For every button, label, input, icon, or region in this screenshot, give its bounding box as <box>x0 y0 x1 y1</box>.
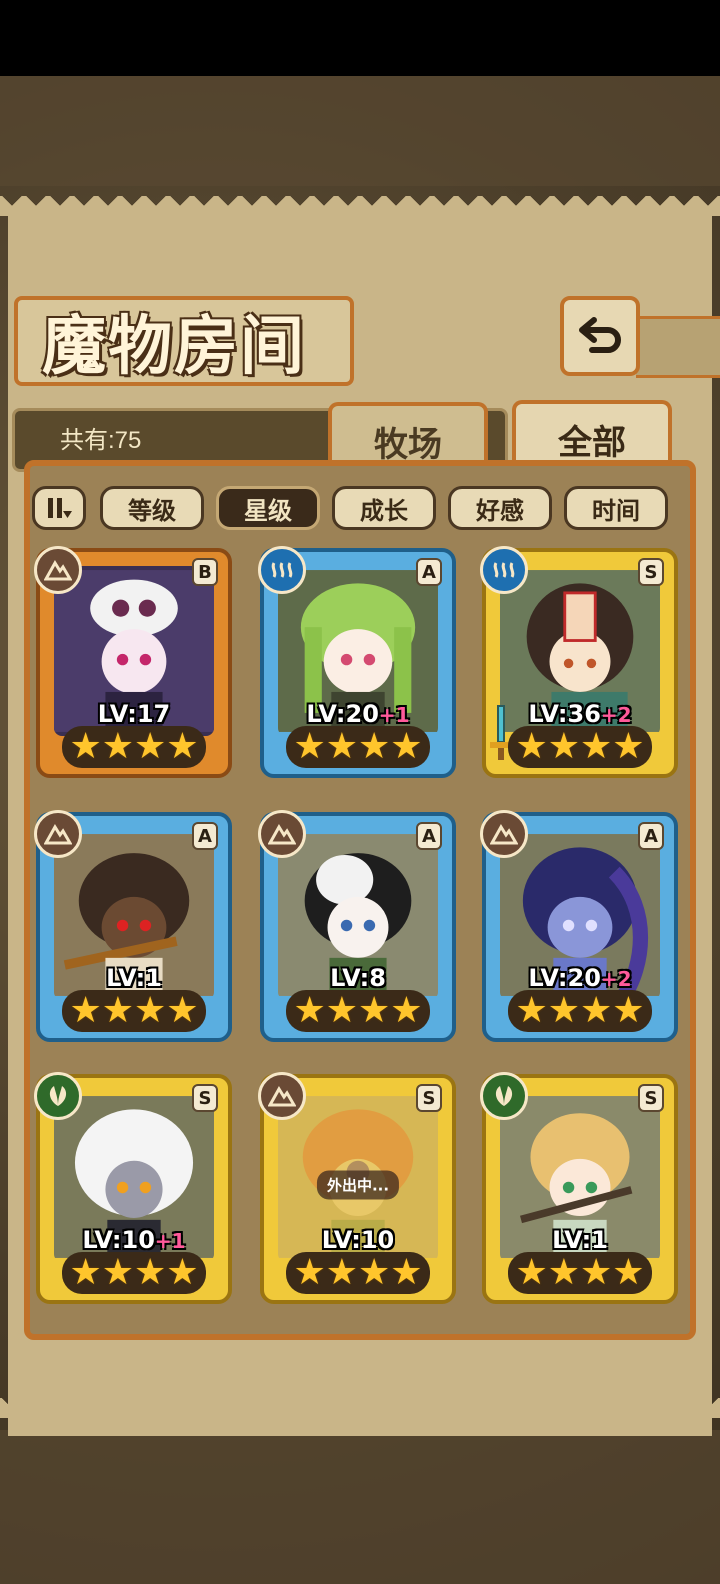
grade-badge: A <box>638 822 664 850</box>
monster-card[interactable]: S LV:36+2 ★★★★ <box>480 546 678 778</box>
panel-edge-top <box>0 196 720 216</box>
level-text: LV:8 <box>330 964 386 992</box>
level-bonus: +1 <box>378 703 410 727</box>
sort-level-button[interactable]: 等级 <box>100 486 204 530</box>
grade-badge: S <box>192 1084 218 1112</box>
monster-card[interactable]: 外出中... S LV:10 ★★★★ <box>258 1072 456 1304</box>
grade-badge: A <box>192 822 218 850</box>
level-label: LV:1 <box>40 964 228 992</box>
level-label: LV:8 <box>264 964 452 992</box>
monster-card[interactable]: S LV:1 ★★★★ <box>480 1072 678 1304</box>
level-text: LV:20 <box>306 700 379 728</box>
level-label: LV:10 <box>264 1226 452 1254</box>
monster-count: 共有:75 <box>60 427 142 454</box>
level-text: LV:10 <box>321 1226 395 1254</box>
level-text: LV:36 <box>528 700 601 728</box>
star-rating: ★★★★ <box>508 726 652 768</box>
level-label: LV:17 <box>40 700 228 728</box>
earth-element-icon <box>34 546 82 594</box>
map-band-bottom <box>0 1430 720 1584</box>
level-bonus: +2 <box>600 703 632 727</box>
sort-toggle-icon <box>48 498 72 518</box>
level-text: LV:1 <box>106 964 162 992</box>
earth-element-icon <box>258 810 306 858</box>
level-label: LV:20+1 <box>264 700 452 728</box>
leaf-element-icon <box>480 1072 528 1120</box>
star-rating: ★★★★ <box>286 726 430 768</box>
back-button-tail <box>636 316 720 378</box>
leaf-element-icon <box>34 1072 82 1120</box>
level-bonus: +2 <box>600 967 632 991</box>
map-band-top <box>0 76 720 186</box>
sort-affection-button[interactable]: 好感 <box>448 486 552 530</box>
monster-card[interactable]: A LV:20+2 ★★★★ <box>480 810 678 1042</box>
monster-card[interactable]: B LV:17 ★★★★ <box>34 546 232 778</box>
page-title: 魔物房间 <box>14 296 354 386</box>
earth-element-icon <box>34 810 82 858</box>
return-icon <box>579 317 621 353</box>
grade-badge: B <box>192 558 218 586</box>
water-element-icon <box>480 546 528 594</box>
star-rating: ★★★★ <box>62 990 206 1032</box>
monster-card[interactable]: A LV:20+1 ★★★★ <box>258 546 456 778</box>
away-status: 外出中... <box>316 1170 400 1200</box>
status-bar <box>0 0 720 76</box>
level-text: LV:17 <box>97 700 171 728</box>
filter-toggle-button[interactable] <box>32 486 86 530</box>
panel-edge-bottom <box>0 1398 720 1418</box>
sort-growth-button[interactable]: 成长 <box>332 486 436 530</box>
level-label: LV:20+2 <box>486 964 674 992</box>
water-element-icon <box>258 546 306 594</box>
level-label: LV:36+2 <box>486 700 674 728</box>
earth-element-icon <box>258 1072 306 1120</box>
grade-badge: S <box>638 1084 664 1112</box>
star-rating: ★★★★ <box>62 1252 206 1294</box>
star-rating: ★★★★ <box>286 1252 430 1294</box>
monster-card[interactable]: S LV:10+1 ★★★★ <box>34 1072 232 1304</box>
level-text: LV:20 <box>528 964 601 992</box>
grade-badge: S <box>416 1084 442 1112</box>
sort-time-button[interactable]: 时间 <box>564 486 668 530</box>
level-label: LV:10+1 <box>40 1226 228 1254</box>
star-rating: ★★★★ <box>508 990 652 1032</box>
star-rating: ★★★★ <box>62 726 206 768</box>
level-label: LV:1 <box>486 1226 674 1254</box>
back-button[interactable] <box>560 296 640 376</box>
monster-card[interactable]: A LV:1 ★★★★ <box>34 810 232 1042</box>
level-text: LV:1 <box>552 1226 608 1254</box>
earth-element-icon <box>480 810 528 858</box>
level-bonus: +1 <box>154 1229 186 1253</box>
star-rating: ★★★★ <box>508 1252 652 1294</box>
grade-badge: A <box>416 558 442 586</box>
star-rating: ★★★★ <box>286 990 430 1032</box>
sort-star-button[interactable]: 星级 <box>216 486 320 530</box>
level-text: LV:10 <box>82 1226 155 1254</box>
grade-badge: A <box>416 822 442 850</box>
grade-badge: S <box>638 558 664 586</box>
monster-card[interactable]: A LV:8 ★★★★ <box>258 810 456 1042</box>
